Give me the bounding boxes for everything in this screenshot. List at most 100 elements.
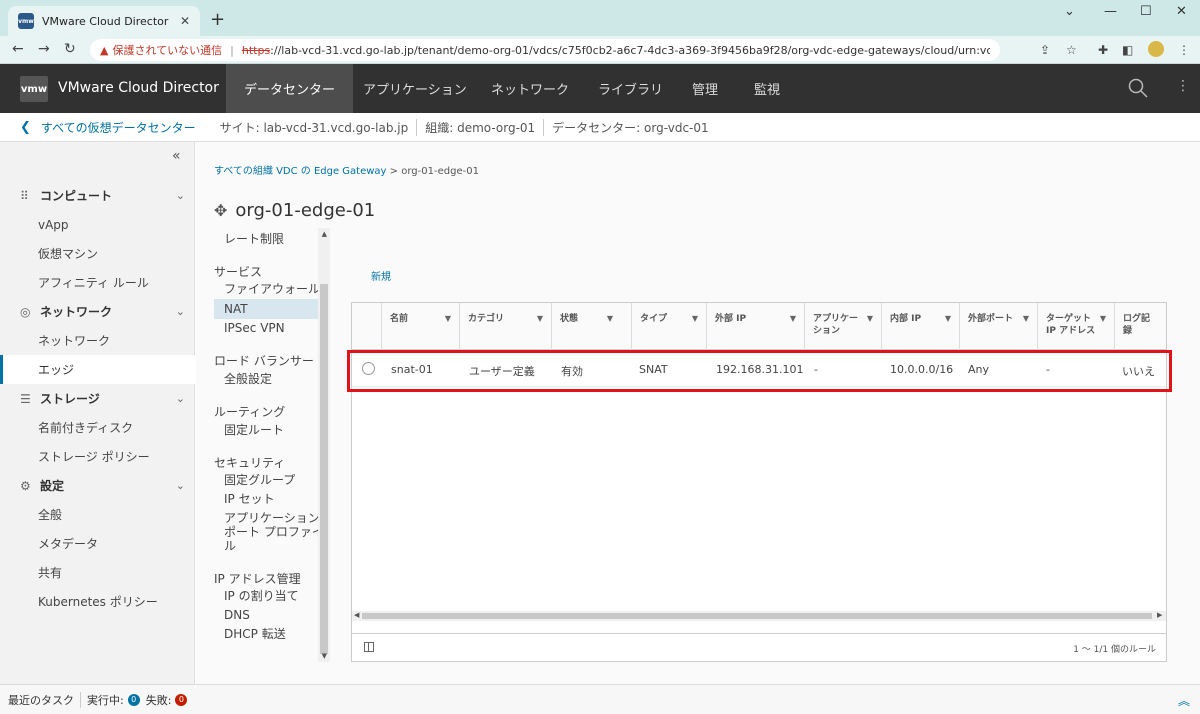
sidebar-item-general[interactable]: 全般 [0, 500, 195, 529]
side-panel-icon[interactable]: ◧ [1122, 43, 1133, 57]
filter-icon[interactable]: ▼ [1100, 313, 1106, 325]
window-close-icon[interactable]: ✕ [1176, 4, 1187, 19]
col-label: ログ記録 [1123, 314, 1151, 336]
tab-search-chevron-icon[interactable]: ⌄ [1064, 4, 1075, 19]
subnav-ipsec[interactable]: IPSec VPN [214, 321, 328, 335]
scroll-left-icon[interactable]: ◀ [354, 611, 359, 619]
sidebar-item-storage-policies[interactable]: ストレージ ポリシー [0, 442, 195, 471]
breadcrumb-edge-gateways-link[interactable]: すべての組織 VDC の Edge Gateway [214, 166, 386, 177]
back-to-vdcs-link[interactable]: ❮ すべての仮想データセンター [20, 119, 196, 136]
sidebar-item-k8s-policies[interactable]: Kubernetes ポリシー [0, 587, 195, 616]
sidebar-group-compute[interactable]: ⠿ コンピュート ⌄ [0, 181, 195, 210]
profile-avatar[interactable] [1148, 41, 1164, 57]
col-name[interactable]: 名前 ▼ [381, 303, 459, 350]
col-external-port[interactable]: 外部ポート ▼ [959, 303, 1037, 350]
nav-admin[interactable]: 管理 [674, 64, 736, 113]
subnav-firewall[interactable]: ファイアウォール [214, 282, 328, 296]
page-title: ✥ org-01-edge-01 [214, 200, 375, 221]
scroll-down-icon[interactable]: ▼ [322, 652, 327, 660]
share-icon[interactable]: ⇪ [1040, 43, 1050, 57]
nav-library[interactable]: ライブラリ [580, 64, 681, 113]
grid-horizontal-scrollbar[interactable]: ◀ ▶ [352, 611, 1166, 621]
sidebar-item-vapp[interactable]: vApp [0, 210, 195, 239]
new-rule-button[interactable]: 新規 [371, 268, 391, 283]
network-icon: ◎ [20, 304, 31, 319]
collapse-sidebar-icon[interactable]: « [172, 148, 181, 164]
col-internal-ip[interactable]: 内部 IP ▼ [881, 303, 959, 350]
subnav-static-group[interactable]: 固定グループ [214, 473, 328, 487]
sidebar-group-label: ネットワーク [40, 305, 113, 319]
breadcrumb-current: org-01-edge-01 [401, 166, 479, 177]
col-external-ip[interactable]: 外部 IP ▼ [706, 303, 804, 350]
tab-close-icon[interactable]: ✕ [180, 14, 190, 28]
subnav-ip-set[interactable]: IP セット [214, 492, 328, 506]
extensions-icon[interactable]: ✚ [1098, 43, 1108, 57]
subnav-dns[interactable]: DNS [214, 608, 328, 622]
reload-icon[interactable]: ↻ [64, 41, 76, 57]
sidebar-item-networks[interactable]: ネットワーク [0, 326, 195, 355]
page-title-text: org-01-edge-01 [235, 200, 376, 221]
grid-scroll-thumb[interactable] [362, 613, 1152, 619]
nav-monitor[interactable]: 監視 [736, 64, 798, 113]
failed-label: 失敗: [145, 693, 172, 707]
filter-icon[interactable]: ▼ [1023, 313, 1029, 325]
nav-datacenter[interactable]: データセンター [226, 64, 354, 113]
scroll-right-icon[interactable]: ▶ [1157, 611, 1162, 619]
sidebar-group-settings[interactable]: ⚙ 設定 ⌄ [0, 471, 195, 500]
scroll-up-icon[interactable]: ▲ [322, 230, 327, 238]
recent-tasks-label[interactable]: 最近のタスク [8, 691, 81, 708]
nav-network[interactable]: ネットワーク [473, 64, 587, 113]
col-target-ip[interactable]: ターゲット IP アドレス ▼ [1037, 303, 1114, 350]
filter-icon[interactable]: ▼ [867, 313, 873, 325]
sidebar-item-sharing[interactable]: 共有 [0, 558, 195, 587]
subnav-static-route[interactable]: 固定ルート [214, 423, 328, 437]
col-type[interactable]: タイプ ▼ [631, 303, 706, 350]
maximize-icon[interactable]: ☐ [1140, 4, 1152, 19]
col-status[interactable]: 状態 ▼ [551, 303, 621, 350]
breadcrumb: すべての組織 VDC の Edge Gateway > org-01-edge-… [214, 162, 479, 177]
back-arrow-icon[interactable]: ← [12, 41, 24, 57]
forward-arrow-icon[interactable]: → [38, 41, 50, 57]
minimize-icon[interactable]: — [1104, 4, 1117, 19]
sidebar-group-network[interactable]: ◎ ネットワーク ⌄ [0, 297, 195, 326]
subnav-scrollbar[interactable]: ▲ ▼ [318, 228, 330, 662]
col-category[interactable]: カテゴリ ▼ [459, 303, 551, 350]
url-input[interactable]: ▲ 保護されていない通信 | https ://lab-vcd-31.vcd.g… [90, 39, 1000, 61]
bookmark-star-icon[interactable]: ☆ [1066, 43, 1077, 57]
col-logging[interactable]: ログ記録 [1114, 303, 1166, 350]
col-application[interactable]: アプリケーション ▼ [804, 303, 881, 350]
sidebar-group-storage[interactable]: ☰ ストレージ ⌄ [0, 384, 195, 413]
subnav-lb-general[interactable]: 全般設定 [214, 372, 328, 386]
new-tab-icon[interactable]: + [210, 9, 225, 30]
subnav-ip-allocation[interactable]: IP の割り当て [214, 589, 328, 603]
subnav-app-port-profile[interactable]: アプリケーション ポート プロファイル [214, 511, 328, 553]
subnav-rate-limit[interactable]: レート制限 [214, 232, 328, 246]
storage-icon: ☰ [20, 391, 31, 406]
filter-icon[interactable]: ▼ [445, 313, 451, 325]
url-separator: | [230, 43, 234, 57]
edge-gateway-icon: ✥ [214, 201, 228, 220]
filter-icon[interactable]: ▼ [945, 313, 951, 325]
sidebar-item-named-disks[interactable]: 名前付きディスク [0, 413, 195, 442]
column-toggle-icon[interactable] [364, 642, 374, 652]
user-menu-icon[interactable]: ⋮ [1176, 78, 1190, 94]
expand-tasks-icon[interactable]: ︽ [1178, 692, 1190, 709]
subnav-nat[interactable]: NAT [214, 299, 328, 319]
subnav-dhcp-forwarding[interactable]: DHCP 転送 [214, 627, 328, 641]
address-bar: ← → ↻ ▲ 保護されていない通信 | https ://lab-vcd-31… [0, 36, 1200, 64]
sidebar-item-vm[interactable]: 仮想マシン [0, 239, 195, 268]
browser-menu-icon[interactable]: ⋮ [1178, 43, 1190, 57]
browser-tab[interactable]: vmw VMware Cloud Director ✕ [8, 6, 200, 36]
running-count-badge: 0 [127, 693, 140, 706]
filter-icon[interactable]: ▼ [607, 313, 613, 325]
nav-applications[interactable]: アプリケーション [345, 64, 485, 113]
filter-icon[interactable]: ▼ [790, 313, 796, 325]
search-icon[interactable] [1128, 78, 1148, 98]
filter-icon[interactable]: ▼ [537, 313, 543, 325]
url-path: ://lab-vcd-31.vcd.go-lab.jp/tenant/demo-… [270, 43, 990, 57]
subnav-scroll-thumb[interactable] [320, 284, 328, 654]
sidebar-item-edges[interactable]: エッジ [0, 355, 195, 384]
sidebar-item-metadata[interactable]: メタデータ [0, 529, 195, 558]
filter-icon[interactable]: ▼ [692, 313, 698, 325]
sidebar-item-affinity[interactable]: アフィニティ ルール [0, 268, 195, 297]
